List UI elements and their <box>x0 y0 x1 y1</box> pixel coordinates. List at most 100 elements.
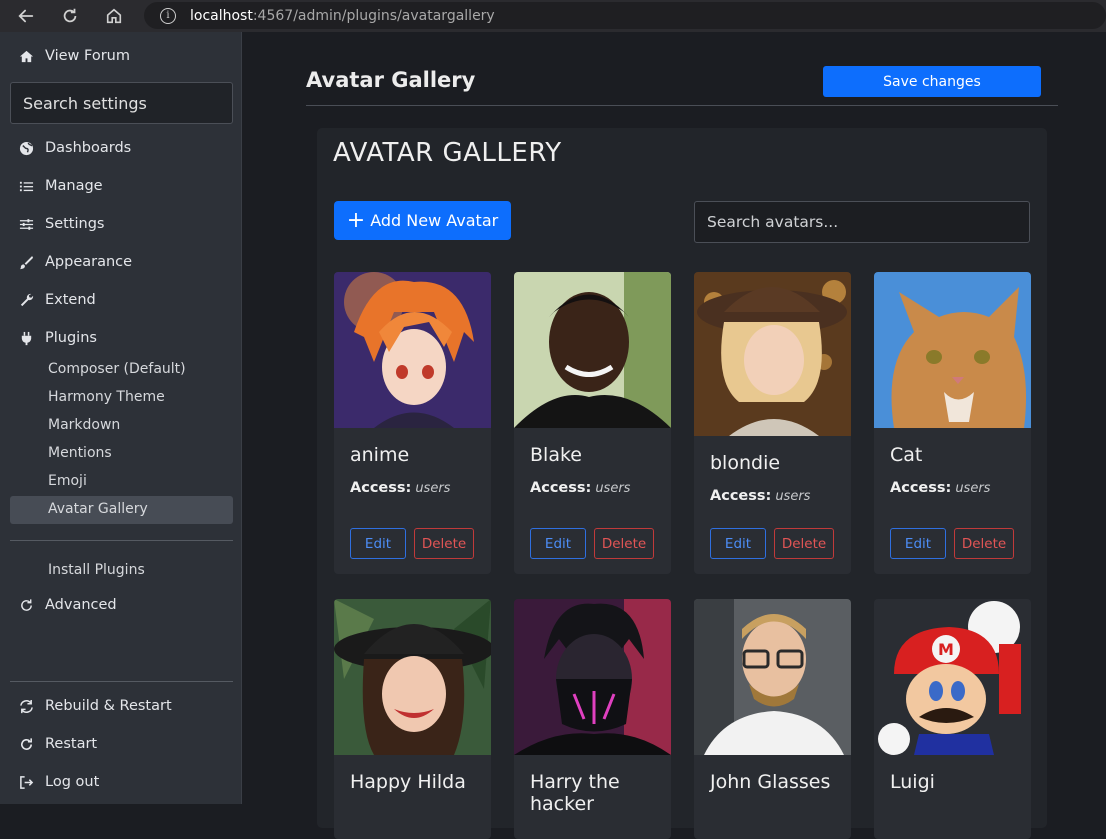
logout-button[interactable]: Log out <box>18 774 99 790</box>
search-settings-placeholder: Search settings <box>23 93 147 113</box>
plus-icon: + <box>346 207 366 233</box>
restart-icon <box>18 736 34 752</box>
save-changes-button[interactable]: Save changes <box>823 66 1041 97</box>
edit-button[interactable]: Edit <box>710 528 766 559</box>
sidebar-item-appearance[interactable]: Appearance <box>18 254 132 270</box>
plugin-mentions[interactable]: Mentions <box>48 445 112 461</box>
edit-button[interactable]: Edit <box>890 528 946 559</box>
edit-button[interactable]: Edit <box>530 528 586 559</box>
avatar-access: Access: users <box>530 480 630 496</box>
avatar-image-harry-the-hacker <box>514 599 671 755</box>
avatar-image-luigi: M <box>874 599 1031 755</box>
avatar-access: Access: users <box>890 480 990 496</box>
main-content: Avatar Gallery Save changes AVATAR GALLE… <box>243 32 1106 839</box>
search-settings-input[interactable]: Search settings <box>10 82 233 124</box>
globe-icon <box>18 140 34 156</box>
avatar-card: Cat Access: users Edit Delete <box>874 272 1031 574</box>
logout-label: Log out <box>45 774 100 790</box>
avatar-image-anime <box>334 272 491 428</box>
sidebar-item-dashboards[interactable]: Dashboards <box>18 140 131 156</box>
plugin-emoji[interactable]: Emoji <box>48 473 87 489</box>
address-bar[interactable]: i localhost:4567/admin/plugins/avatargal… <box>144 2 1106 29</box>
sliders-icon <box>18 216 34 232</box>
sidebar-item-settings[interactable]: Settings <box>18 216 104 232</box>
avatar-name: Harry the hacker <box>530 771 620 815</box>
refresh-icon <box>18 597 34 613</box>
sidebar-item-extend[interactable]: Extend <box>18 292 96 308</box>
brush-icon <box>18 254 34 270</box>
add-new-avatar-label: Add New Avatar <box>370 211 499 230</box>
avatar-image-john-glasses <box>694 599 851 755</box>
edit-button[interactable]: Edit <box>350 528 406 559</box>
plug-icon <box>18 330 34 346</box>
delete-button[interactable]: Delete <box>774 528 834 559</box>
avatar-card: blondie Access: users Edit Delete <box>694 272 851 574</box>
avatar-image-blake <box>514 272 671 428</box>
title-divider <box>306 105 1058 106</box>
sidebar-item-manage[interactable]: Manage <box>18 178 103 194</box>
url-host: localhost <box>190 7 253 24</box>
plugin-composer-default[interactable]: Composer (Default) <box>48 361 186 377</box>
browser-toolbar: i localhost:4567/admin/plugins/avatargal… <box>0 0 1106 32</box>
list-icon <box>18 178 34 194</box>
avatar-name: John Glasses <box>710 771 831 793</box>
avatar-image-cat <box>874 272 1031 428</box>
sidebar-label-dashboards: Dashboards <box>45 140 132 156</box>
sidebar-label-appearance: Appearance <box>45 254 133 270</box>
home-icon[interactable] <box>103 5 125 27</box>
panel-title: AVATAR GALLERY <box>333 138 562 168</box>
plugin-harmony-theme[interactable]: Harmony Theme <box>48 389 165 405</box>
url-path: :4567/admin/plugins/avatargallery <box>252 7 495 24</box>
access-label: Access: <box>710 488 772 504</box>
access-value: users <box>955 481 991 496</box>
sidebar-divider <box>10 681 233 682</box>
plugin-avatar-gallery[interactable]: Avatar Gallery <box>48 501 148 517</box>
avatar-card: Blake Access: users Edit Delete <box>514 272 671 574</box>
avatar-name: blondie <box>710 452 781 474</box>
sidebar-item-plugins[interactable]: Plugins <box>18 330 97 346</box>
search-avatars-input[interactable]: Search avatars... <box>694 201 1030 243</box>
view-forum-label: View Forum <box>45 48 130 64</box>
sidebar-label-manage: Manage <box>45 178 103 194</box>
wrench-icon <box>18 292 34 308</box>
view-forum-link[interactable]: View Forum <box>18 48 130 64</box>
avatar-access: Access: users <box>350 480 450 496</box>
site-info-icon[interactable]: i <box>160 7 176 24</box>
delete-button[interactable]: Delete <box>414 528 474 559</box>
avatar-name: Cat <box>890 444 923 466</box>
page-title: Avatar Gallery <box>306 68 476 92</box>
svg-text:M: M <box>938 640 954 659</box>
avatar-card: John Glasses <box>694 599 851 839</box>
sidebar-label-extend: Extend <box>45 292 96 308</box>
access-label: Access: <box>890 480 952 496</box>
avatar-card: anime Access: users Edit Delete <box>334 272 491 574</box>
sidebar-label-settings: Settings <box>45 216 105 232</box>
reload-icon[interactable] <box>59 5 81 27</box>
avatar-gallery-panel: AVATAR GALLERY + Add New Avatar Search a… <box>317 128 1047 839</box>
access-value: users <box>595 481 631 496</box>
rebuild-icon <box>18 698 34 714</box>
access-label: Access: <box>530 480 592 496</box>
access-value: users <box>775 489 811 504</box>
sidebar-item-advanced[interactable]: Advanced <box>18 597 117 613</box>
back-arrow-icon[interactable] <box>15 5 37 27</box>
sidebar-label-plugins: Plugins <box>45 330 97 346</box>
delete-button[interactable]: Delete <box>954 528 1014 559</box>
access-value: users <box>415 481 451 496</box>
sidebar-label-advanced: Advanced <box>45 597 117 613</box>
add-new-avatar-button[interactable]: + Add New Avatar <box>334 201 511 240</box>
avatar-name: Blake <box>530 444 582 466</box>
search-avatars-placeholder: Search avatars... <box>707 213 839 231</box>
restart-button[interactable]: Restart <box>18 736 97 752</box>
avatar-card: Happy Hilda <box>334 599 491 839</box>
plugin-markdown[interactable]: Markdown <box>48 417 120 433</box>
avatar-image-blondie <box>694 272 851 436</box>
delete-button[interactable]: Delete <box>594 528 654 559</box>
avatar-name: Happy Hilda <box>350 771 466 793</box>
avatar-image-happy-hilda <box>334 599 491 755</box>
install-plugins-link[interactable]: Install Plugins <box>48 562 145 578</box>
admin-sidebar: View Forum Search settings Dashboards Ma… <box>0 32 242 804</box>
rebuild-restart-button[interactable]: Rebuild & Restart <box>18 698 172 714</box>
avatar-name: anime <box>350 444 410 466</box>
sidebar-divider <box>10 540 233 541</box>
